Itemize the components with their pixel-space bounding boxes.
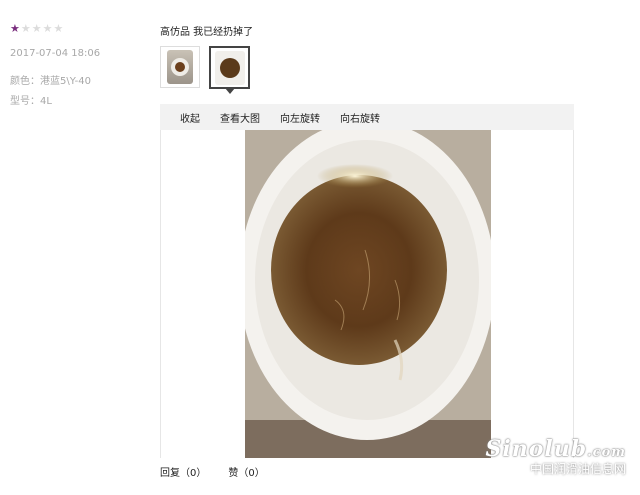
star-empty-icon: ★ — [42, 22, 53, 35]
review-meta: ★ ★ ★ ★ ★ 2017-07-04 18:06 颜色：港蓝5\Y-40 型号：4L — [10, 22, 150, 107]
thumbnail-2-selected[interactable] — [209, 46, 250, 94]
review-date: 2017-07-04 18:06 — [10, 48, 101, 59]
rotate-right-button[interactable]: 向右旋转 — [340, 110, 380, 125]
review-body: 高仿品 我已经扔掉了 收起 查看大图 向左旋转 向右旋转 回复（0） 赞（0） — [160, 26, 574, 479]
watermark-text: 中国润滑油信息网 — [529, 462, 626, 476]
star-empty-icon: ★ — [53, 22, 64, 35]
review-photo[interactable] — [245, 130, 491, 458]
like-link[interactable]: 赞（0） — [228, 464, 264, 479]
collapse-button[interactable]: 收起 — [180, 110, 200, 125]
star-empty-icon: ★ — [31, 22, 42, 35]
review-footer: 回复（0） 赞（0） — [160, 464, 265, 479]
thumbnail-1[interactable] — [160, 46, 200, 88]
rotate-left-button[interactable]: 向左旋转 — [280, 110, 320, 125]
thumbnail-image — [167, 50, 193, 84]
image-toolbar: 收起 查看大图 向左旋转 向右旋转 — [160, 104, 574, 130]
thumbnail-image — [214, 50, 245, 85]
rating-stars: ★ ★ ★ ★ ★ — [10, 22, 150, 36]
watermark-logo: Sinolub.com — [485, 436, 626, 462]
star-empty-icon: ★ — [20, 22, 31, 35]
view-large-button[interactable]: 查看大图 — [220, 110, 260, 125]
selected-caret-icon — [224, 88, 235, 94]
product-model: 型号：4L — [10, 96, 52, 107]
photo-thumbnails — [160, 46, 250, 94]
watermark: Sinolub.com 中国润滑油信息网 — [485, 436, 626, 477]
image-viewer — [160, 130, 574, 458]
product-color: 颜色：港蓝5\Y-40 — [10, 76, 91, 87]
reply-link[interactable]: 回复（0） — [160, 464, 206, 479]
review-comment: 高仿品 我已经扔掉了 — [160, 27, 254, 38]
star-filled-icon: ★ — [10, 22, 20, 35]
